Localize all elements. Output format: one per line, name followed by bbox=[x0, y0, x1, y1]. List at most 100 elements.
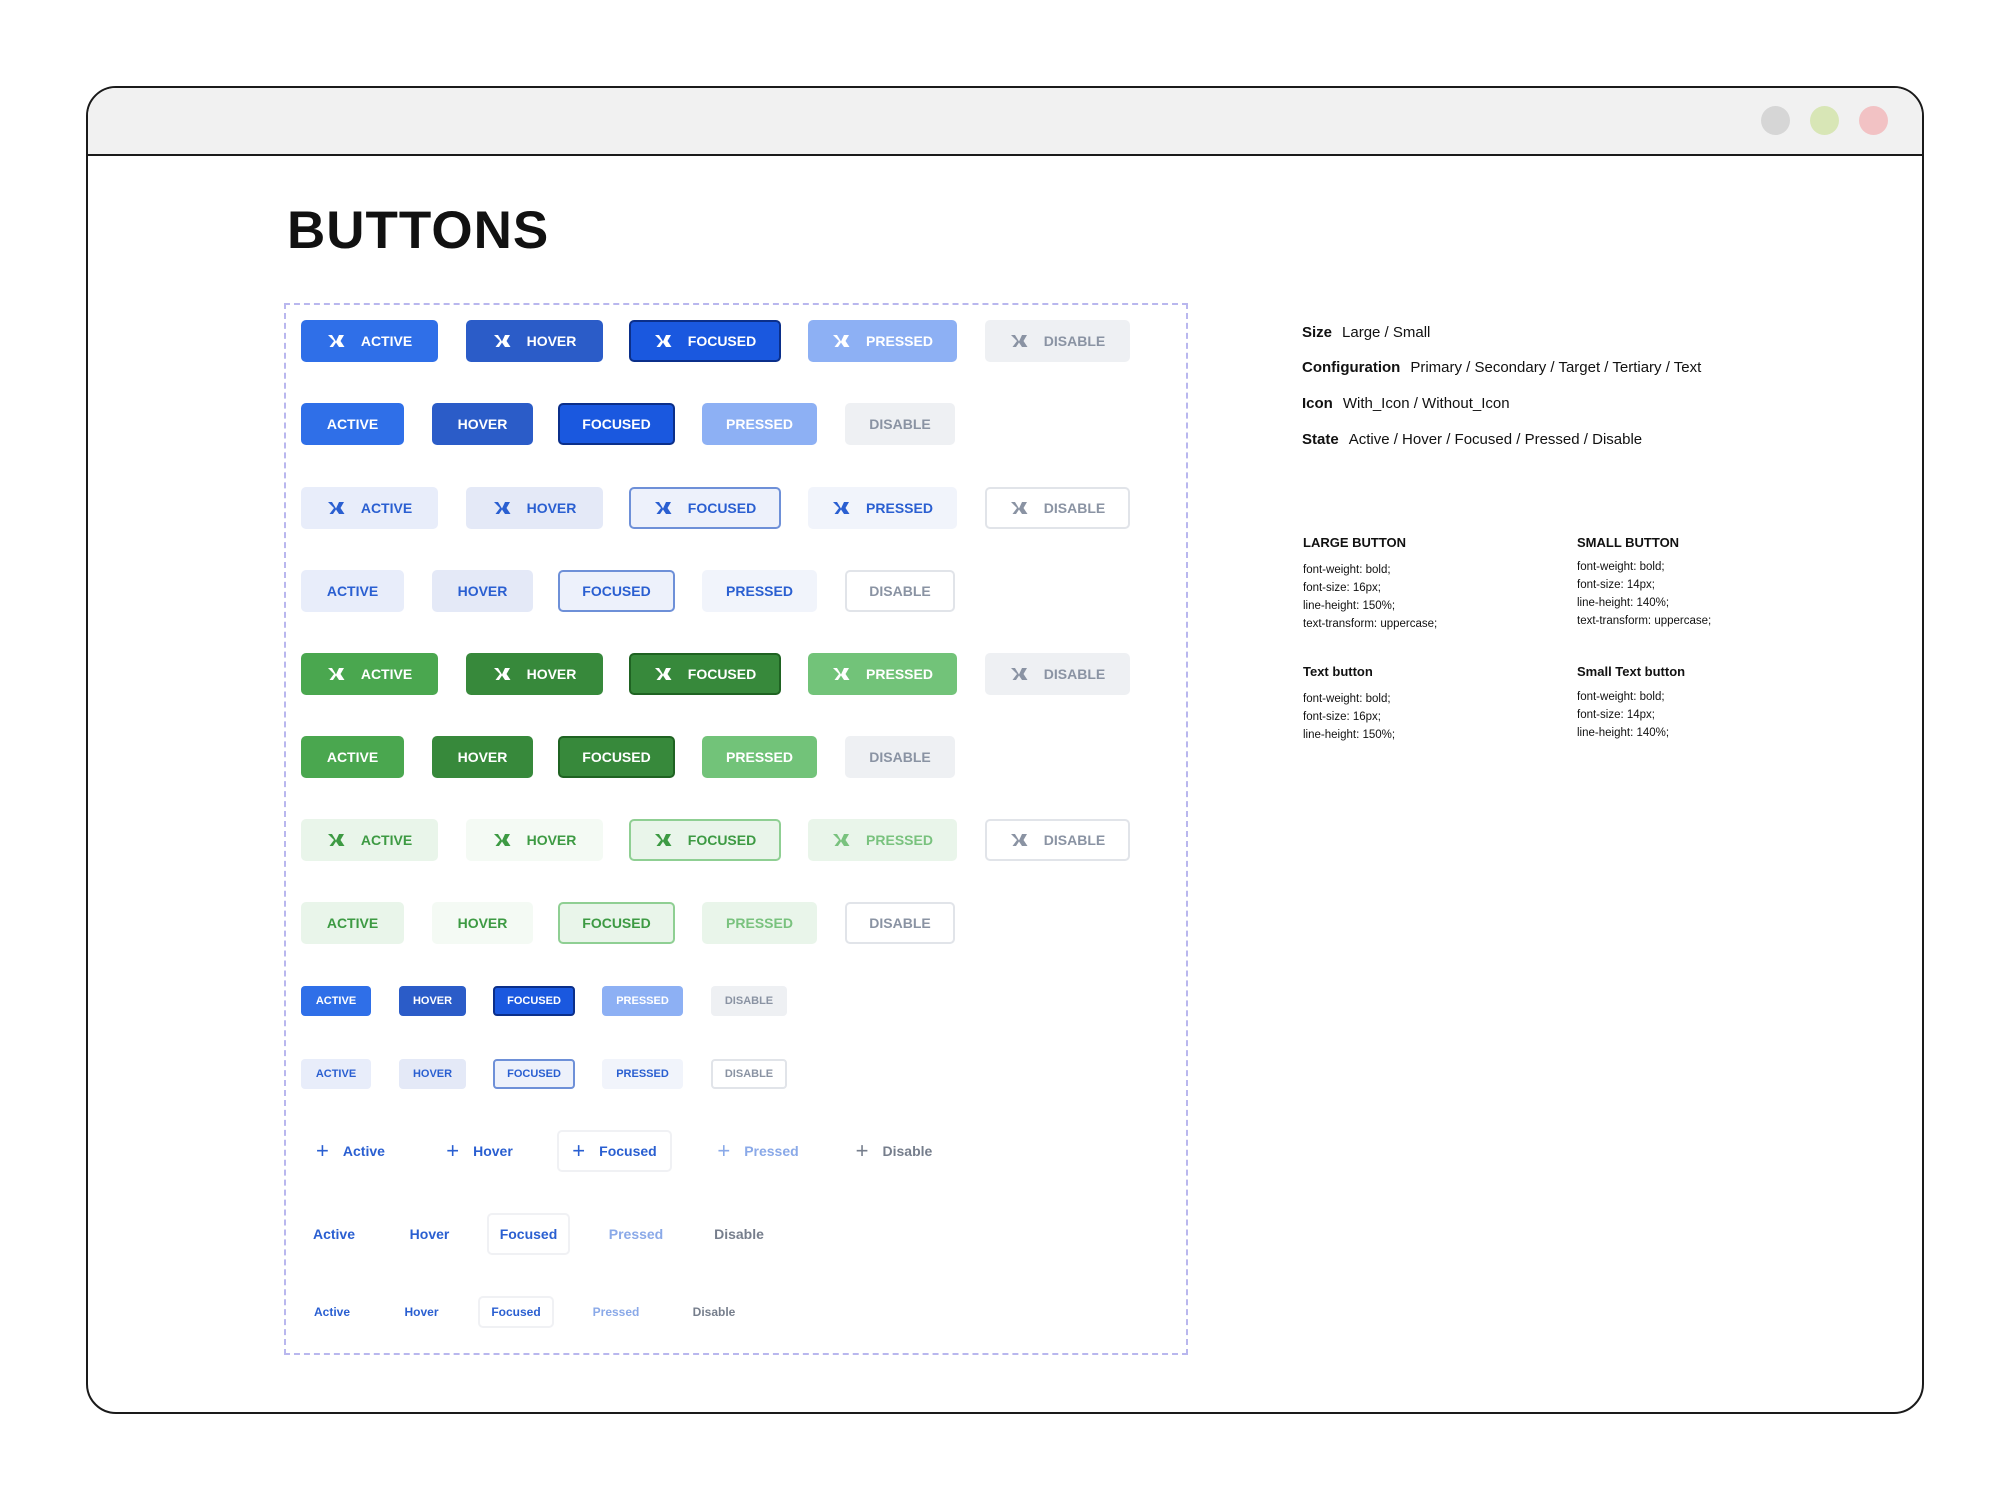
tertiary-active-button[interactable]: ACTIVE bbox=[301, 902, 404, 944]
small-primary-pressed-button[interactable]: PRESSED bbox=[602, 986, 683, 1016]
tertiary-icon-pressed-button[interactable]: PRESSED bbox=[808, 819, 957, 861]
small-text-disable-button[interactable]: Disable bbox=[681, 1296, 747, 1328]
vk-icon bbox=[654, 833, 676, 847]
tertiary-icon-hover-button[interactable]: HOVER bbox=[466, 819, 603, 861]
primary-icon-focused-button[interactable]: FOCUSED bbox=[629, 320, 781, 362]
small-primary-hover-button[interactable]: HOVER bbox=[399, 986, 466, 1016]
text-disable-button[interactable]: Disable bbox=[701, 1213, 777, 1255]
small-secondary-focused-button[interactable]: FOCUSED bbox=[493, 1059, 575, 1089]
text-active-button[interactable]: Active bbox=[301, 1213, 367, 1255]
button-label: PRESSED bbox=[866, 500, 933, 516]
secondary-icon-hover-button[interactable]: HOVER bbox=[466, 487, 603, 529]
spec-row-icon: Icon With_Icon / Without_Icon bbox=[1302, 395, 1510, 412]
target-icon-pressed-button[interactable]: PRESSED bbox=[808, 653, 957, 695]
small-text-hover-button[interactable]: Hover bbox=[394, 1296, 449, 1328]
vk-icon bbox=[493, 667, 515, 681]
text-icon-hover-button[interactable]: + Hover bbox=[430, 1130, 529, 1172]
button-label: PRESSED bbox=[726, 749, 793, 765]
text-focused-button[interactable]: Focused bbox=[487, 1213, 570, 1255]
target-disable-button[interactable]: DISABLE bbox=[845, 736, 955, 778]
small-secondary-disable-button[interactable]: DISABLE bbox=[711, 1059, 787, 1089]
text-button-title: Text button bbox=[1303, 664, 1373, 679]
button-label: ACTIVE bbox=[360, 832, 413, 848]
button-label: HOVER bbox=[526, 500, 577, 516]
small-secondary-hover-button[interactable]: HOVER bbox=[399, 1059, 466, 1089]
primary-icon-pressed-button[interactable]: PRESSED bbox=[808, 320, 957, 362]
window-dot-3[interactable] bbox=[1859, 106, 1888, 135]
button-label: PRESSED bbox=[726, 416, 793, 432]
secondary-focused-button[interactable]: FOCUSED bbox=[558, 570, 675, 612]
secondary-hover-button[interactable]: HOVER bbox=[432, 570, 533, 612]
window-dot-1[interactable] bbox=[1761, 106, 1790, 135]
spec-value: Primary / Secondary / Target / Tertiary … bbox=[1410, 359, 1702, 376]
vk-icon bbox=[1010, 667, 1032, 681]
window-dot-2[interactable] bbox=[1810, 106, 1839, 135]
vk-icon bbox=[654, 667, 676, 681]
text-icon-focused-button[interactable]: + Focused bbox=[557, 1130, 672, 1172]
button-label: DISABLE bbox=[869, 915, 931, 931]
secondary-disable-button[interactable]: DISABLE bbox=[845, 570, 955, 612]
vk-icon bbox=[1010, 501, 1032, 515]
target-icon-active-button[interactable]: ACTIVE bbox=[301, 653, 438, 695]
small-text-focused-button[interactable]: Focused bbox=[478, 1296, 554, 1328]
text-button-spec: font-weight: bold; font-size: 16px; line… bbox=[1303, 693, 1396, 741]
target-icon-focused-button[interactable]: FOCUSED bbox=[629, 653, 781, 695]
button-label: HOVER bbox=[412, 1068, 453, 1080]
primary-icon-disable-button[interactable]: DISABLE bbox=[985, 320, 1130, 362]
text-icon-disable-button[interactable]: + Disable bbox=[841, 1130, 947, 1172]
small-secondary-pressed-button[interactable]: PRESSED bbox=[602, 1059, 683, 1089]
small-text-pressed-button[interactable]: Pressed bbox=[581, 1296, 651, 1328]
large-button-title: LARGE BUTTON bbox=[1303, 535, 1407, 550]
button-label: HOVER bbox=[526, 333, 577, 349]
plus-icon: + bbox=[446, 1138, 460, 1163]
tertiary-icon-disable-button[interactable]: DISABLE bbox=[985, 819, 1130, 861]
tertiary-pressed-button[interactable]: PRESSED bbox=[702, 902, 817, 944]
primary-hover-button[interactable]: HOVER bbox=[432, 403, 533, 445]
secondary-icon-disable-button[interactable]: DISABLE bbox=[985, 487, 1130, 529]
primary-focused-button[interactable]: FOCUSED bbox=[558, 403, 675, 445]
target-hover-button[interactable]: HOVER bbox=[432, 736, 533, 778]
small-primary-disable-button[interactable]: DISABLE bbox=[711, 986, 787, 1016]
primary-pressed-button[interactable]: PRESSED bbox=[702, 403, 817, 445]
button-label: FOCUSED bbox=[582, 583, 651, 599]
text-icon-pressed-button[interactable]: + Pressed bbox=[702, 1130, 814, 1172]
button-label: FOCUSED bbox=[582, 749, 651, 765]
button-label: DISABLE bbox=[724, 995, 774, 1007]
secondary-pressed-button[interactable]: PRESSED bbox=[702, 570, 817, 612]
primary-active-button[interactable]: ACTIVE bbox=[301, 403, 404, 445]
primary-disable-button[interactable]: DISABLE bbox=[845, 403, 955, 445]
button-label: Disable bbox=[882, 1143, 933, 1159]
text-hover-button[interactable]: Hover bbox=[397, 1213, 462, 1255]
primary-icon-active-button[interactable]: ACTIVE bbox=[301, 320, 438, 362]
secondary-icon-pressed-button[interactable]: PRESSED bbox=[808, 487, 957, 529]
tertiary-icon-focused-button[interactable]: FOCUSED bbox=[629, 819, 781, 861]
spec-value: With_Icon / Without_Icon bbox=[1342, 395, 1510, 412]
vk-icon bbox=[654, 334, 676, 348]
target-focused-button[interactable]: FOCUSED bbox=[558, 736, 675, 778]
tertiary-hover-button[interactable]: HOVER bbox=[432, 902, 533, 944]
target-icon-hover-button[interactable]: HOVER bbox=[466, 653, 603, 695]
small-secondary-active-button[interactable]: ACTIVE bbox=[301, 1059, 371, 1089]
secondary-icon-focused-button[interactable]: FOCUSED bbox=[629, 487, 781, 529]
button-label: Hover bbox=[409, 1226, 450, 1242]
tertiary-focused-button[interactable]: FOCUSED bbox=[558, 902, 675, 944]
plus-icon: + bbox=[316, 1138, 329, 1163]
small-text-active-button[interactable]: Active bbox=[301, 1296, 363, 1328]
tertiary-disable-button[interactable]: DISABLE bbox=[845, 902, 955, 944]
text-icon-active-button[interactable]: + Active bbox=[301, 1130, 400, 1172]
spec-value: Large / Small bbox=[1342, 324, 1431, 341]
button-label: DISABLE bbox=[869, 749, 931, 765]
window-titlebar bbox=[88, 88, 1922, 156]
target-icon-disable-button[interactable]: DISABLE bbox=[985, 653, 1130, 695]
target-pressed-button[interactable]: PRESSED bbox=[702, 736, 817, 778]
button-label: FOCUSED bbox=[687, 500, 757, 516]
small-primary-focused-button[interactable]: FOCUSED bbox=[493, 986, 575, 1016]
vk-icon bbox=[327, 334, 349, 348]
target-active-button[interactable]: ACTIVE bbox=[301, 736, 404, 778]
primary-icon-hover-button[interactable]: HOVER bbox=[466, 320, 603, 362]
secondary-active-button[interactable]: ACTIVE bbox=[301, 570, 404, 612]
small-primary-active-button[interactable]: ACTIVE bbox=[301, 986, 371, 1016]
secondary-icon-active-button[interactable]: ACTIVE bbox=[301, 487, 438, 529]
tertiary-icon-active-button[interactable]: ACTIVE bbox=[301, 819, 438, 861]
text-pressed-button[interactable]: Pressed bbox=[596, 1213, 676, 1255]
